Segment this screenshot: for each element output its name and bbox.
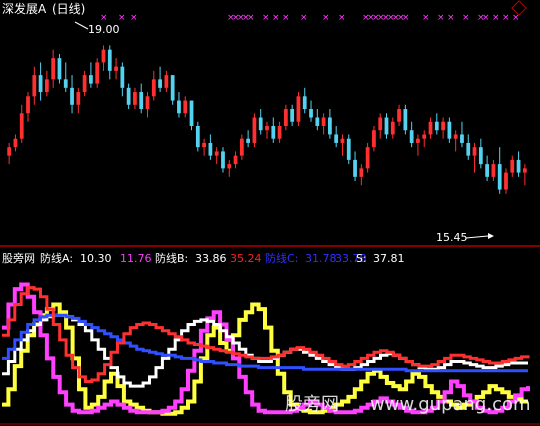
candle	[170, 75, 175, 105]
high-price-label: 19.00	[88, 23, 120, 36]
legend-label: S:	[356, 252, 367, 265]
legend-value: 11.76	[120, 252, 152, 265]
signal-marker: ×	[118, 13, 126, 23]
signal-marker: ×	[482, 13, 490, 23]
legend-value: 37.81	[373, 252, 405, 265]
signal-marker: ×	[262, 13, 270, 23]
legend-label: 防线B:	[155, 251, 188, 265]
signal-marker: ×	[502, 13, 510, 23]
candle	[346, 134, 351, 165]
signal-marker: ×	[447, 13, 455, 23]
candle	[296, 92, 301, 126]
signal-marker: ×	[322, 13, 330, 23]
signal-marker: ×	[462, 13, 470, 23]
stock-chart: 深发展A (日线) × × × ××××× × × × × × × ××××××××× × × × × ×× ×…	[0, 0, 540, 426]
signal-marker: ×	[422, 13, 430, 23]
signal-marker: ×	[130, 13, 138, 23]
signal-marker: ×	[282, 13, 290, 23]
signal-marker: ×	[338, 13, 346, 23]
signal-marker: ×	[402, 13, 410, 23]
candle	[195, 121, 200, 152]
low-price-label: 15.45	[436, 231, 468, 244]
signal-marker: ×	[300, 13, 308, 23]
candle	[252, 113, 257, 148]
signal-marker: ×	[272, 13, 280, 23]
period-label: (日线)	[52, 2, 85, 16]
watermark-site-name: 股旁网	[285, 394, 339, 415]
legend-value: 33.86	[195, 252, 227, 265]
signal-marker: ×	[247, 13, 255, 23]
legend-value: 10.30	[80, 252, 112, 265]
candle	[365, 142, 370, 173]
signal-marker: ×	[100, 13, 108, 23]
legend-label: 防线C:	[265, 251, 298, 265]
watermark-url: www.gupang.com	[370, 394, 531, 415]
candle	[189, 100, 194, 131]
candle	[95, 58, 100, 88]
stock-title: 深发展A	[2, 1, 47, 16]
legend-label: 防线A:	[40, 251, 73, 265]
indicator-legend: 股旁网 防线A: 10.30 11.76 防线B: 33.86 35.24 防线C: 31.78…	[2, 251, 405, 265]
candle	[403, 104, 408, 135]
legend-indicator-name: 股旁网	[2, 251, 35, 265]
legend-value: 35.24	[230, 252, 262, 265]
signal-marker: ×	[437, 13, 445, 23]
candle	[57, 53, 62, 84]
signal-marker: ×	[512, 13, 520, 23]
legend-value: 31.78	[305, 252, 337, 265]
signal-marker: ×	[492, 13, 500, 23]
